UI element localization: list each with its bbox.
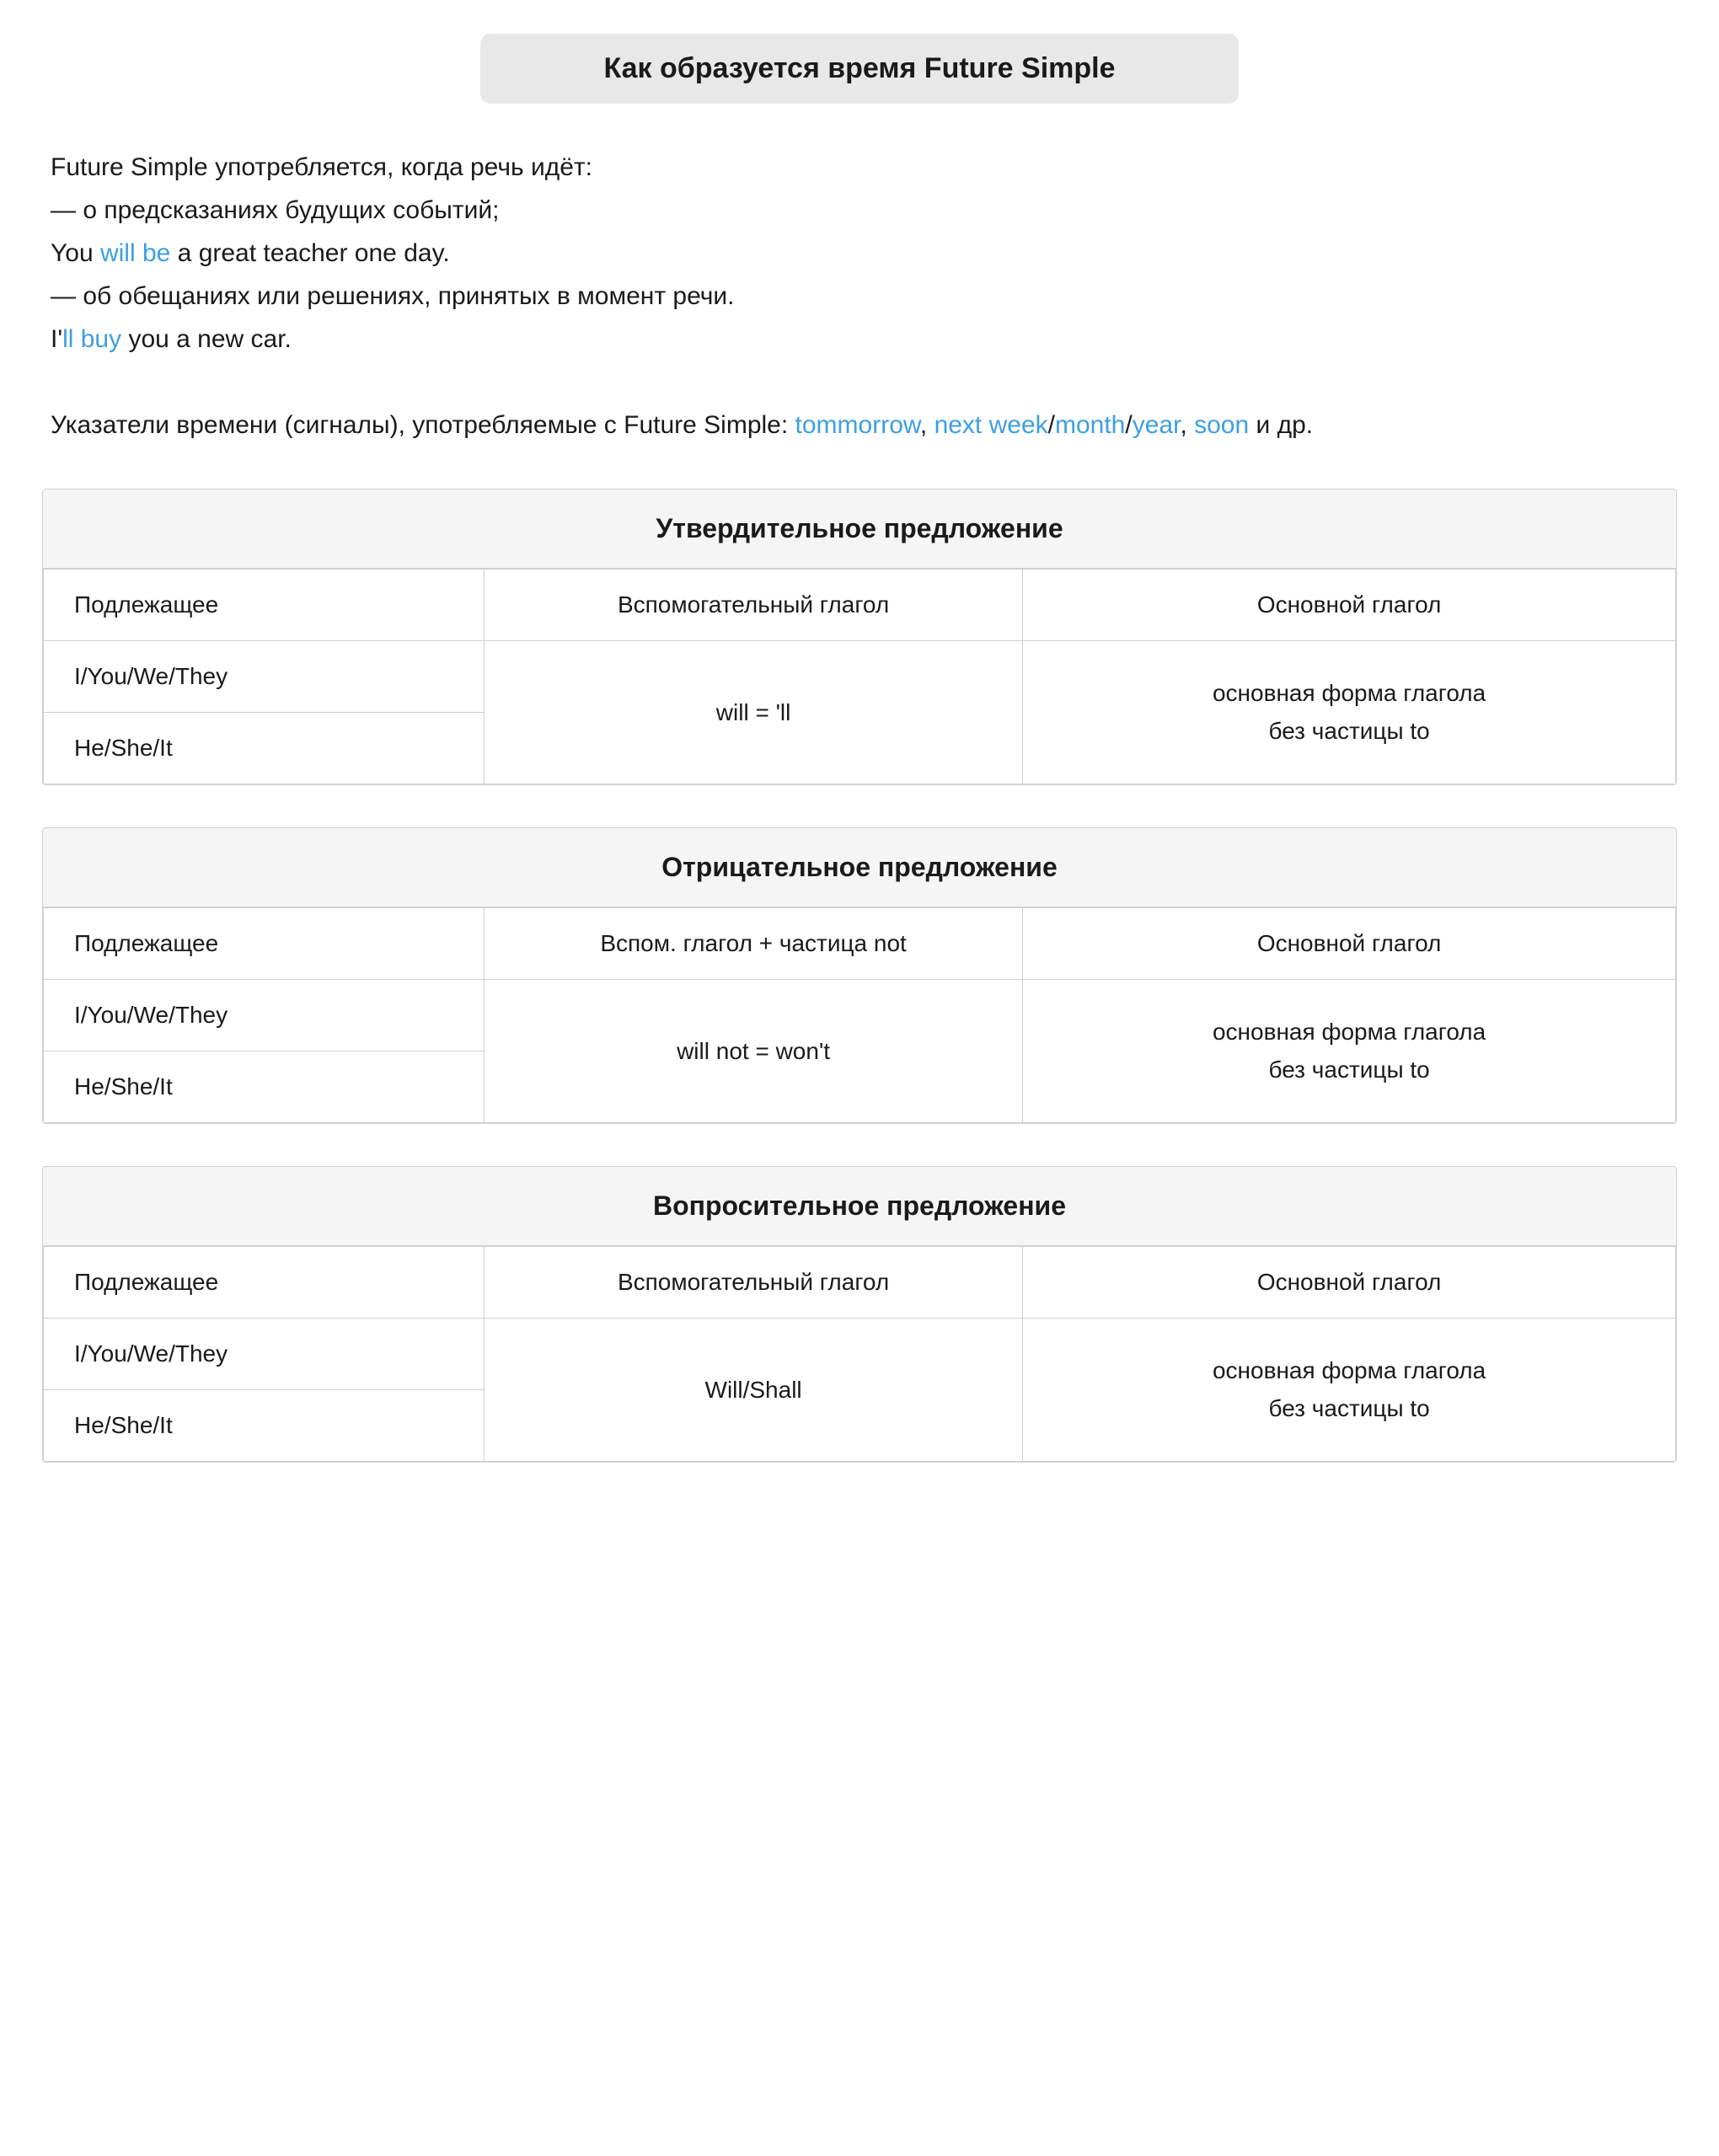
intro-line3-suffix: a great teacher one day. [170, 239, 449, 267]
col-main-header: Основной глагол [1023, 908, 1676, 980]
intro-line3-prefix: You [51, 239, 100, 267]
aux-cell: Will/Shall [484, 1319, 1022, 1462]
intro-line3: You will be a great teacher one day. [51, 239, 450, 267]
col-subject-header: Подлежащее [44, 570, 485, 641]
negative-section: Отрицательное предложение Подлежащее Всп… [42, 827, 1677, 1124]
col-subject-header: Подлежащее [44, 1247, 485, 1319]
aux-cell: will not = won't [484, 980, 1022, 1123]
main-verb-cell: основная форма глаголабез частицы to [1023, 1319, 1676, 1462]
signal-year: year [1133, 411, 1181, 439]
intro-line2: — о предсказаниях будущих событий; [51, 196, 499, 224]
subject-he-she: He/She/It [44, 1390, 485, 1462]
col-subject-header: Подлежащее [44, 908, 485, 980]
subject-i-you: I/You/We/They [44, 980, 485, 1051]
col-aux-header: Вспом. глагол + частица not [484, 908, 1022, 980]
signal-soon: soon [1194, 411, 1249, 439]
table-row: I/You/We/They will = 'll основная форма … [44, 641, 1676, 713]
intro-line1: Future Simple употребляется, когда речь … [51, 153, 592, 181]
interrogative-table: Подлежащее Вспомогательный глагол Основн… [43, 1246, 1676, 1462]
subject-he-she: He/She/It [44, 713, 485, 784]
intro-line5-suffix: you a new car. [121, 325, 292, 353]
subject-i-you: I/You/We/They [44, 1319, 485, 1390]
subject-i-you: I/You/We/They [44, 641, 485, 713]
negative-table: Подлежащее Вспом. глагол + частица not О… [43, 907, 1676, 1123]
signal-tomorrow: tommorrow [795, 411, 920, 439]
col-aux-header: Вспомогательный глагол [484, 1247, 1022, 1319]
main-verb-cell: основная форма глаголабез частицы to [1023, 980, 1676, 1123]
table-header-row: Подлежащее Вспом. глагол + частица not О… [44, 908, 1676, 980]
aux-cell: will = 'll [484, 641, 1022, 784]
intro-line5: I'll buy you a new car. [51, 325, 292, 353]
affirmative-header: Утвердительное предложение [43, 490, 1676, 569]
intro-ll-buy: ll buy [62, 325, 121, 353]
interrogative-header: Вопросительное предложение [43, 1167, 1676, 1246]
intro-line5-prefix: I' [51, 325, 62, 353]
interrogative-section: Вопросительное предложение Подлежащее Вс… [42, 1166, 1677, 1463]
table-header-row: Подлежащее Вспомогательный глагол Основн… [44, 1247, 1676, 1319]
table-header-row: Подлежащее Вспомогательный глагол Основн… [44, 570, 1676, 641]
affirmative-table: Подлежащее Вспомогательный глагол Основн… [43, 569, 1676, 784]
page-title: Как образуется время Future Simple [480, 34, 1239, 104]
table-row: I/You/We/They will not = won't основная … [44, 980, 1676, 1051]
intro-will-be: will be [100, 239, 170, 267]
col-aux-header: Вспомогательный глагол [484, 570, 1022, 641]
signal-next-week: next week [934, 411, 1048, 439]
affirmative-section: Утвердительное предложение Подлежащее Вс… [42, 489, 1677, 785]
intro-line4: — об обещаниях или решениях, принятых в … [51, 282, 735, 310]
negative-header: Отрицательное предложение [43, 828, 1676, 907]
col-main-header: Основной глагол [1023, 1247, 1676, 1319]
intro-time-signals-label: Указатели времени (сигналы), употребляем… [51, 411, 795, 439]
signal-month: month [1055, 411, 1125, 439]
subject-he-she: He/She/It [44, 1051, 485, 1123]
col-main-header: Основной глагол [1023, 570, 1676, 641]
intro-section: Future Simple употребляется, когда речь … [42, 146, 1677, 447]
main-verb-cell: основная форма глаголабез частицы to [1023, 641, 1676, 784]
table-row: I/You/We/They Will/Shall основная форма … [44, 1319, 1676, 1390]
